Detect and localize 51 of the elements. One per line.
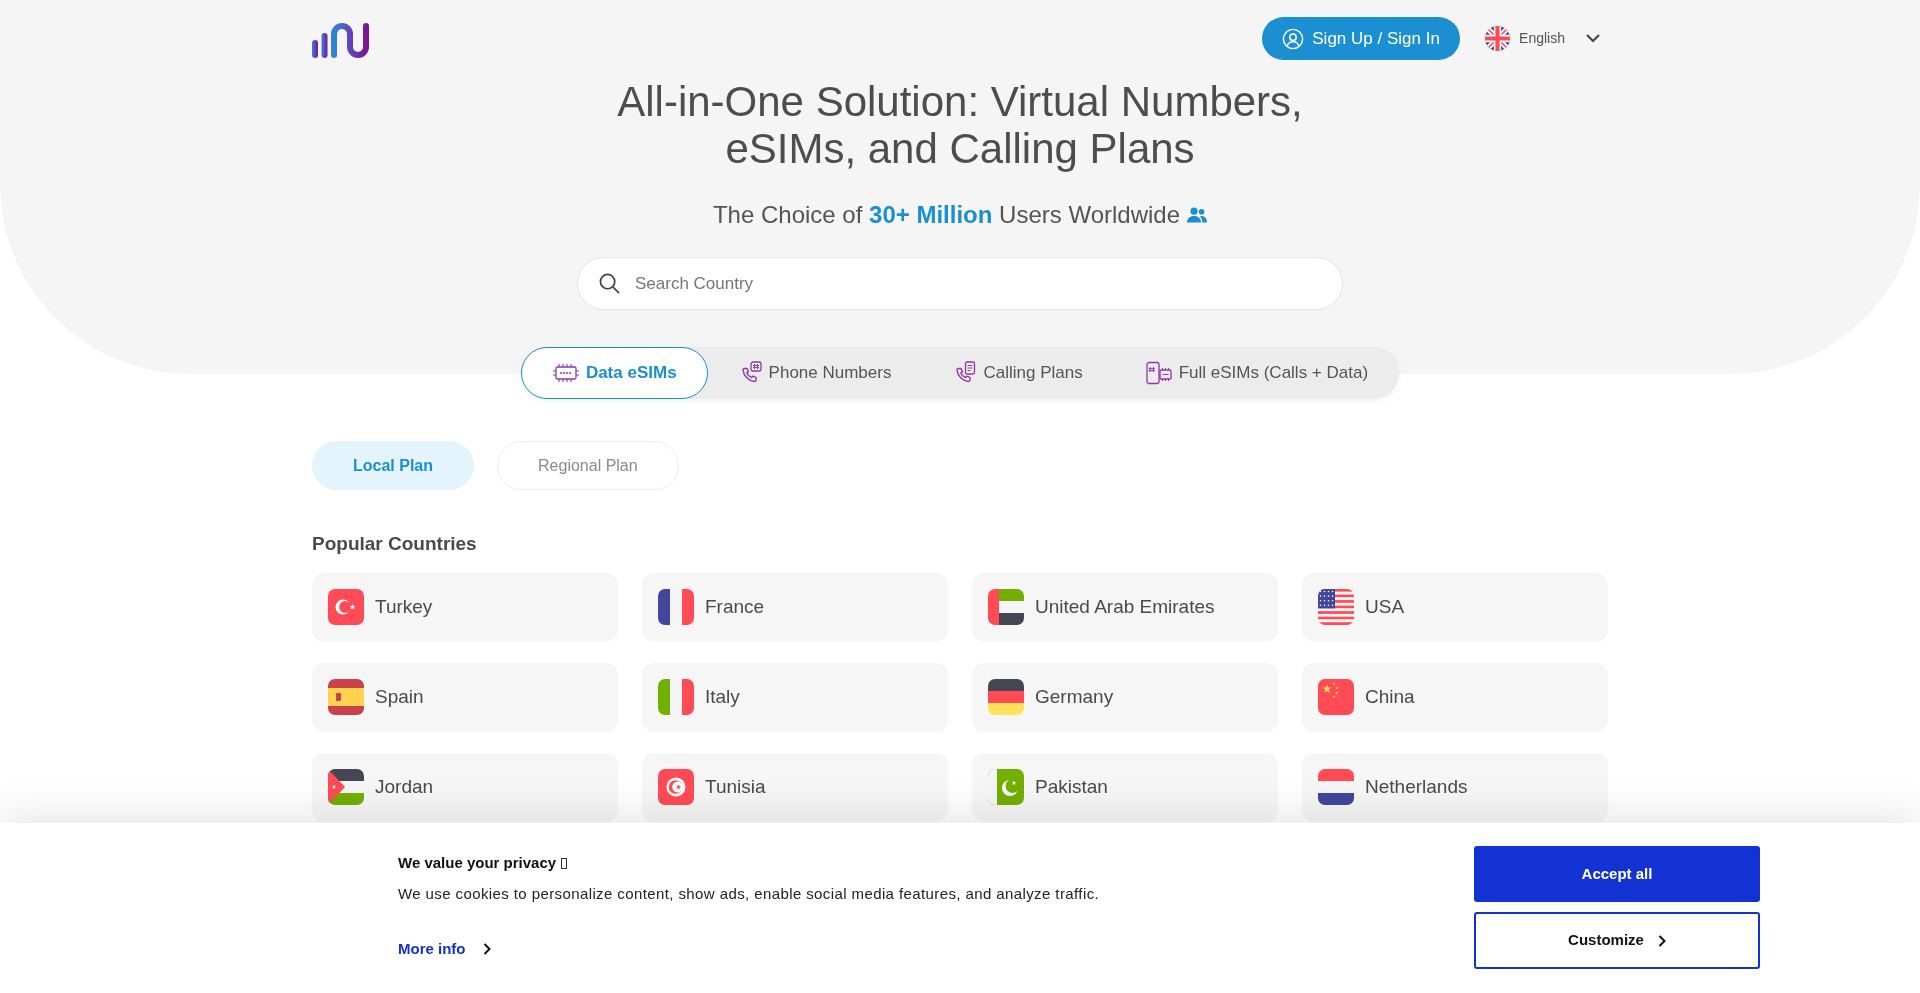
glyph-box-icon xyxy=(561,857,568,869)
product-tab[interactable]: Calling Plans xyxy=(922,347,1114,399)
flag-icon xyxy=(658,679,694,715)
product-tab[interactable]: Data eSIMs xyxy=(520,347,708,399)
more-info-link[interactable]: More info xyxy=(398,939,466,959)
flag-icon xyxy=(658,769,694,805)
sign-in-button[interactable]: Sign Up / Sign In xyxy=(1262,17,1461,60)
cookie-message: We use cookies to personalize content, show ads, enable social media features, and analyze traffic. xyxy=(398,884,1100,904)
flag-icon xyxy=(1318,589,1354,625)
flag-icon xyxy=(658,589,694,625)
search-field[interactable]: Search Country xyxy=(577,257,1343,310)
chevron-down-icon xyxy=(1586,34,1600,43)
chevron-right-icon xyxy=(482,943,491,955)
country-card[interactable]: Pakistan xyxy=(972,753,1278,821)
flag-icon xyxy=(988,679,1024,715)
hero-title: All-in-One Solution: Virtual Numbers, eSIMs, and Calling Plans xyxy=(616,78,1304,172)
section-heading: Popular Countries xyxy=(312,532,477,556)
country-card[interactable]: Spain xyxy=(312,663,618,731)
country-card[interactable]: Germany xyxy=(972,663,1278,731)
country-card[interactable]: Turkey xyxy=(312,573,618,641)
hero-subtitle: The Choice of 30+ Million Users Worldwide xyxy=(712,200,1181,230)
user-icon xyxy=(1282,27,1305,50)
flag-icon xyxy=(328,769,364,805)
chip-icon xyxy=(551,363,580,383)
cookie-button[interactable]: Customize xyxy=(1474,912,1760,969)
product-tab[interactable]: Phone Numbers xyxy=(707,347,923,399)
flag-icon xyxy=(1485,26,1511,51)
flag-icon xyxy=(1318,769,1354,805)
cookie-button[interactable]: Accept all xyxy=(1474,846,1760,902)
chevron-right-icon xyxy=(1657,934,1666,947)
flag-icon xyxy=(328,679,364,715)
cookie-title: We value your privacy xyxy=(398,853,557,873)
country-card[interactable]: France xyxy=(642,573,948,641)
country-card[interactable]: Jordan xyxy=(312,753,618,821)
phone-chip-icon xyxy=(1144,361,1173,385)
country-card[interactable]: United Arab Emirates xyxy=(972,573,1278,641)
flag-icon xyxy=(328,589,364,625)
flag-icon xyxy=(1318,679,1354,715)
country-card[interactable]: Netherlands xyxy=(1302,753,1608,821)
product-tab[interactable]: Full eSIMs (Calls + Data) xyxy=(1113,347,1400,399)
users-icon xyxy=(1187,207,1208,223)
flag-icon xyxy=(988,589,1024,625)
language-selector[interactable]: English xyxy=(1485,26,1600,51)
country-card[interactable]: Tunisia xyxy=(642,753,948,821)
country-card[interactable]: USA xyxy=(1302,573,1608,641)
search-icon xyxy=(599,273,620,294)
plan-type-toggle[interactable]: Regional Plan xyxy=(497,441,679,490)
country-card[interactable]: Italy xyxy=(642,663,948,731)
country-card[interactable]: China xyxy=(1302,663,1608,731)
phone-document-icon xyxy=(953,361,978,385)
flag-icon xyxy=(988,769,1024,805)
